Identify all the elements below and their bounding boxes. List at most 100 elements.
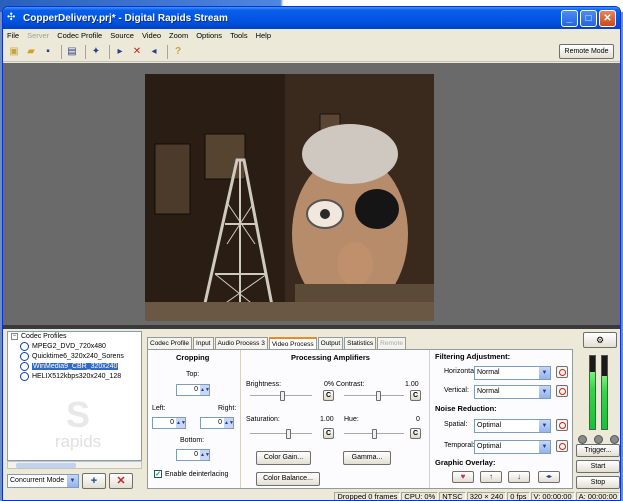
- overlay-heart-icon[interactable]: ♥: [452, 471, 474, 483]
- codec-profile-item[interactable]: HELIX512kbps320x240_128: [8, 371, 141, 381]
- close-button[interactable]: ✕: [599, 9, 616, 27]
- horizontal-filter-reset-icon[interactable]: [556, 366, 568, 378]
- menu-options[interactable]: Options: [196, 31, 222, 40]
- slider-knob[interactable]: [372, 429, 377, 439]
- video-preview-frame[interactable]: [145, 74, 434, 321]
- codec-profile-item[interactable]: MPEG2_DVD_720x480: [8, 341, 141, 351]
- brightness-slider[interactable]: [250, 391, 312, 401]
- collapse-icon[interactable]: −: [11, 333, 18, 340]
- save-icon[interactable]: ▪: [41, 45, 55, 59]
- slider-knob[interactable]: [376, 391, 381, 401]
- hue-slider[interactable]: [344, 429, 404, 439]
- crop-bottom-spinner[interactable]: 0 ▲▼: [176, 449, 210, 461]
- codec-profile-item-selected[interactable]: WinMedia9_CBR_320x240: [8, 361, 141, 371]
- tab-output[interactable]: Output: [317, 337, 344, 349]
- stop-button[interactable]: Stop: [576, 476, 620, 489]
- overlay-resize-icon[interactable]: ◂▸: [538, 471, 560, 483]
- spatial-noise-reset-icon[interactable]: [556, 419, 568, 431]
- codec-profile-label: Quicktime6_320x240_Sorens: [32, 352, 124, 360]
- color-gain-button[interactable]: Color Gain...: [256, 451, 311, 465]
- slider-knob[interactable]: [286, 429, 291, 439]
- contrast-slider[interactable]: [344, 391, 404, 401]
- crop-right-label: Right:: [218, 405, 237, 412]
- vertical-filter-reset-icon[interactable]: [556, 385, 568, 397]
- overlay-down-arrow-icon[interactable]: ↓: [508, 471, 530, 483]
- video-preview-area: [3, 63, 620, 325]
- brightness-label: Brightness:: [246, 381, 282, 388]
- menu-tools[interactable]: Tools: [230, 31, 248, 40]
- menu-bar: File Server Codec Profile Source Video Z…: [3, 29, 620, 42]
- chevron-down-icon[interactable]: ▼: [539, 386, 550, 398]
- scrollbar-thumb[interactable]: [16, 463, 76, 468]
- menu-source[interactable]: Source: [110, 31, 134, 40]
- slider-knob[interactable]: [280, 391, 285, 401]
- codec-profiles-header[interactable]: − Codec Profiles: [8, 332, 141, 341]
- meter-knob-icon[interactable]: [610, 435, 619, 444]
- meter-knob-icon[interactable]: [594, 435, 603, 444]
- window-layout-icon[interactable]: ▤: [65, 45, 79, 59]
- maximize-button[interactable]: □: [580, 9, 597, 27]
- crop-right-spinner[interactable]: 0 ▲▼: [200, 417, 234, 429]
- menu-help[interactable]: Help: [256, 31, 271, 40]
- overlay-up-arrow-icon[interactable]: ↑: [480, 471, 502, 483]
- saturation-reset-button[interactable]: C: [323, 428, 334, 439]
- menu-zoom[interactable]: Zoom: [169, 31, 188, 40]
- spinner-arrows-icon[interactable]: ▲▼: [200, 450, 210, 460]
- brightness-value: 0%: [324, 381, 335, 388]
- saturation-slider[interactable]: [250, 429, 312, 439]
- remove-profile-button[interactable]: ✕: [109, 473, 133, 489]
- pin-icon[interactable]: ✦: [89, 45, 103, 59]
- spinner-arrows-icon[interactable]: ▲▼: [224, 418, 234, 428]
- meter-right: [601, 355, 608, 430]
- help-icon[interactable]: ?: [171, 45, 185, 59]
- chevron-down-icon[interactable]: ▼: [539, 420, 550, 432]
- add-profile-button[interactable]: +: [82, 473, 106, 489]
- spatial-noise-select[interactable]: Optimal ▼: [474, 419, 551, 433]
- rapids-logo-word: rapids: [54, 432, 102, 451]
- spinner-arrows-icon[interactable]: ▲▼: [200, 385, 210, 395]
- settings-gear-button[interactable]: ⚙: [583, 332, 617, 348]
- color-balance-button[interactable]: Color Balance...: [256, 472, 320, 486]
- app-window: ✣ CopperDelivery.prj* - Digital Rapids S…: [2, 6, 621, 501]
- codec-list-scrollbar[interactable]: [7, 461, 142, 469]
- menu-file[interactable]: File: [7, 31, 19, 40]
- codec-profile-item[interactable]: Quicktime6_320x240_Sorens: [8, 351, 141, 361]
- codec-profiles-tree[interactable]: − Codec Profiles MPEG2_DVD_720x480 Quick…: [7, 331, 142, 461]
- noise-reduction-title: Noise Reduction:: [435, 404, 497, 413]
- start-button[interactable]: Start: [576, 460, 620, 473]
- horizontal-filter-select[interactable]: Normal ▼: [474, 366, 551, 380]
- deinterlace-checkbox[interactable]: ✓ Enable deinterlacing: [154, 470, 228, 478]
- open-folder-icon[interactable]: ▰: [24, 45, 38, 59]
- chevron-down-icon[interactable]: ▼: [67, 475, 78, 487]
- remote-mode-button[interactable]: Remote Mode: [559, 44, 614, 59]
- temporal-noise-select[interactable]: Optimal ▼: [474, 440, 551, 454]
- new-project-icon[interactable]: ▣: [7, 45, 21, 59]
- insert-icon[interactable]: ▸: [113, 45, 127, 59]
- minimize-button[interactable]: _: [561, 9, 578, 27]
- chevron-down-icon[interactable]: ▼: [539, 441, 550, 453]
- tab-codec-profile[interactable]: Codec Profile: [147, 337, 193, 349]
- spinner-arrows-icon[interactable]: ▲▼: [176, 418, 186, 428]
- remove-icon[interactable]: ◂: [147, 45, 161, 59]
- checkmark-icon[interactable]: ✓: [154, 470, 162, 478]
- title-bar[interactable]: ✣ CopperDelivery.prj* - Digital Rapids S…: [3, 7, 620, 29]
- chevron-down-icon[interactable]: ▼: [539, 367, 550, 379]
- vertical-filter-select[interactable]: Normal ▼: [474, 385, 551, 399]
- gamma-button[interactable]: Gamma...: [343, 451, 391, 465]
- crop-top-spinner[interactable]: 0 ▲▼: [176, 384, 210, 396]
- trigger-button[interactable]: Trigger...: [576, 444, 620, 457]
- meter-knob-icon[interactable]: [578, 435, 587, 444]
- contrast-reset-button[interactable]: C: [410, 390, 421, 401]
- crop-left-spinner[interactable]: 0 ▲▼: [152, 417, 186, 429]
- delete-icon[interactable]: ✕: [130, 45, 144, 59]
- tab-input[interactable]: Input: [193, 337, 214, 349]
- hue-reset-button[interactable]: C: [410, 428, 421, 439]
- temporal-noise-reset-icon[interactable]: [556, 440, 568, 452]
- mode-select[interactable]: Concurrent Mode ▼: [7, 474, 79, 488]
- tab-audio-process[interactable]: Audio Process 3: [214, 337, 268, 349]
- menu-video[interactable]: Video: [142, 31, 161, 40]
- menu-codec-profile[interactable]: Codec Profile: [57, 31, 102, 40]
- tab-statistics[interactable]: Statistics: [344, 337, 377, 349]
- meter-left: [589, 355, 596, 430]
- brightness-reset-button[interactable]: C: [323, 390, 334, 401]
